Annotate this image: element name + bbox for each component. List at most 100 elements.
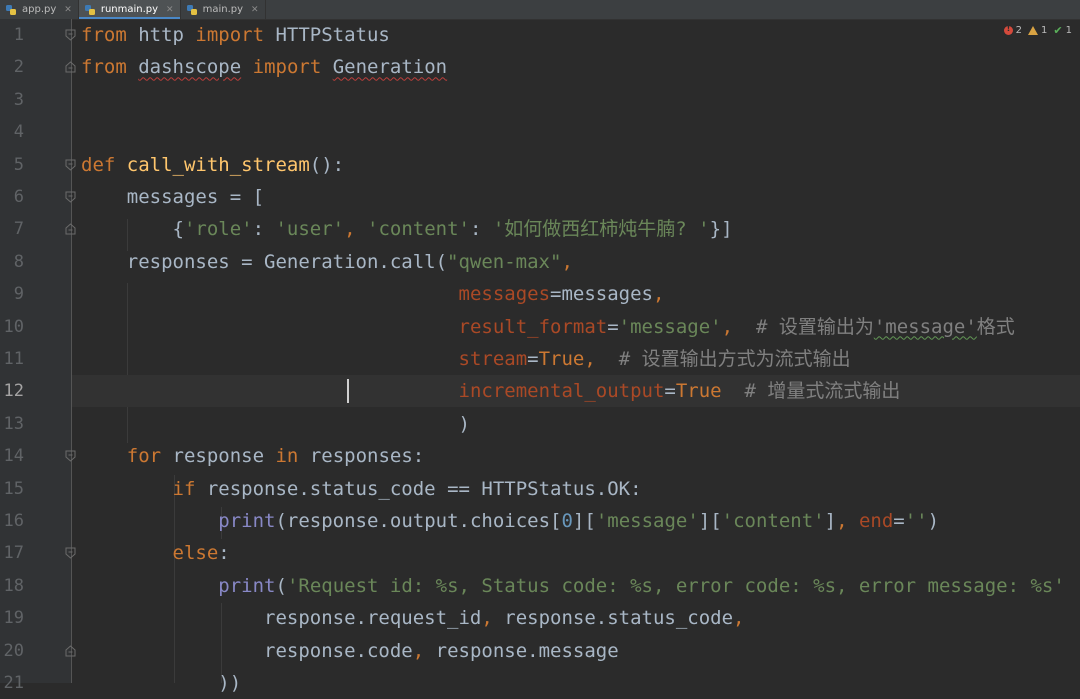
inspection-widget[interactable]: 2 1 ✔1 <box>1003 24 1072 37</box>
code-token: response.code <box>81 639 413 662</box>
line-number: 7 <box>13 219 24 240</box>
code-token: responses: <box>298 445 425 468</box>
code-token: response.message <box>435 639 619 662</box>
fold-open-icon[interactable] <box>65 191 76 203</box>
code-editor[interactable]: 1 from http import HTTPStatus 2 from dashsc… <box>0 19 1080 694</box>
python-file-icon <box>6 4 16 15</box>
code-line[interactable]: 6 messages = [ <box>0 181 1080 213</box>
code-line[interactable]: 18 print('Request id: %s, Status code: %… <box>0 570 1080 602</box>
python-file-icon <box>186 4 197 15</box>
code-line[interactable]: 19 response.request_id, response.status_… <box>0 602 1080 634</box>
code-line[interactable]: 14 for response in responses: <box>0 440 1080 472</box>
fold-open-icon[interactable] <box>65 547 76 560</box>
code-line[interactable]: 21 )) <box>0 667 1080 699</box>
fold-open-icon[interactable] <box>65 159 76 171</box>
code-token: 'content' <box>721 510 825 532</box>
code-line[interactable]: 10 result_format='message', # 设置输出为'mess… <box>0 311 1080 343</box>
error-count[interactable]: 2 <box>1003 24 1023 36</box>
code-text[interactable]: stream=True, # 设置输出方式为流式输出 <box>81 343 851 375</box>
close-icon[interactable]: ✕ <box>64 5 72 15</box>
error-count-label: 2 <box>1015 25 1023 36</box>
line-number: 13 <box>3 413 24 434</box>
code-line[interactable]: 13 ) <box>0 408 1080 440</box>
code-text[interactable]: {'role': 'user', 'content': '如何做西红柿炖牛腩? … <box>81 213 733 245</box>
tab-runmain-py[interactable]: runmain.py ✕ <box>78 0 181 19</box>
fold-close-icon[interactable] <box>65 223 76 235</box>
code-line[interactable]: 5 def call_with_stream(): <box>0 149 1080 181</box>
code-token: : <box>469 218 493 241</box>
code-line[interactable]: 7 {'role': 'user', 'content': '如何做西红柿炖牛腩… <box>0 213 1080 245</box>
warning-count[interactable]: 1 <box>1028 25 1047 36</box>
code-token: # 设置输出为 <box>733 315 874 338</box>
code-token: def <box>81 153 127 176</box>
line-number: 15 <box>3 478 24 499</box>
code-text[interactable]: if response.status_code == HTTPStatus.OK… <box>81 473 642 505</box>
tab-main-py[interactable]: main.py ✕ <box>181 0 266 19</box>
tab-label: app.py <box>22 4 57 15</box>
code-text[interactable]: result_format='message', # 设置输出为'message… <box>81 311 1015 343</box>
code-text[interactable]: messages = [ <box>81 181 264 213</box>
code-token: 格式 <box>976 315 1015 338</box>
text-caret <box>347 379 349 404</box>
code-token: , <box>733 607 745 630</box>
code-text[interactable]: print(response.output.choices[0]['messag… <box>81 505 939 537</box>
code-line[interactable]: 9 messages=messages, <box>0 278 1080 310</box>
tab-app-py[interactable]: app.py ✕ <box>0 0 79 19</box>
code-text[interactable]: responses = Generation.call("qwen-max", <box>81 246 573 278</box>
weak-warning-count[interactable]: ✔ 1 <box>1053 24 1072 37</box>
tab-label: runmain.py <box>100 4 159 15</box>
code-text[interactable]: messages=messages, <box>81 278 665 310</box>
code-text[interactable]: from dashscope import Generation <box>81 51 447 83</box>
code-line[interactable]: 4 <box>0 116 1080 148</box>
code-line[interactable]: 3 <box>0 84 1080 116</box>
line-number: 18 <box>3 575 24 596</box>
close-icon[interactable]: ✕ <box>166 5 174 15</box>
code-text[interactable]: from http import HTTPStatus <box>81 19 390 51</box>
code-text[interactable]: else: <box>81 537 230 569</box>
code-line[interactable]: 11 stream=True, # 设置输出方式为流式输出 <box>0 343 1080 375</box>
code-line[interactable]: 8 responses = Generation.call("qwen-max"… <box>0 246 1080 278</box>
code-line[interactable]: 2 from dashscope import Generation <box>0 51 1080 83</box>
code-text[interactable]: response.request_id, response.status_cod… <box>81 602 745 634</box>
code-text[interactable]: for response in responses: <box>81 440 424 472</box>
line-number: 4 <box>13 122 24 143</box>
code-token: ] <box>824 510 837 532</box>
line-number: 2 <box>13 57 24 78</box>
code-text[interactable]: def call_with_stream(): <box>81 149 344 181</box>
code-token: messages = [ <box>81 186 265 208</box>
code-line[interactable]: 15 if response.status_code == HTTPStatus… <box>0 473 1080 505</box>
code-text[interactable]: incremental_output=True # 增量式流式输出 <box>81 375 901 407</box>
code-token: messages <box>458 283 551 306</box>
fold-close-icon[interactable] <box>65 61 76 73</box>
code-line[interactable]: 1 from http import HTTPStatus <box>0 19 1080 51</box>
fold-close-icon[interactable] <box>65 644 76 657</box>
code-token: ) <box>81 412 470 435</box>
code-token: = <box>607 315 619 338</box>
code-token: (response.output.choices[ <box>275 510 562 532</box>
code-line[interactable]: 16 print(response.output.choices[0]['mes… <box>0 505 1080 537</box>
code-token: )) <box>81 672 242 694</box>
code-text[interactable]: )) <box>81 667 241 699</box>
warning-icon <box>1028 26 1039 35</box>
code-token: from <box>81 56 127 79</box>
code-token: , <box>412 639 436 662</box>
line-number: 17 <box>3 543 24 564</box>
code-line[interactable]: 20 response.code, response.message <box>0 635 1080 667</box>
code-text[interactable]: response.code, response.message <box>81 635 619 667</box>
fold-open-icon[interactable] <box>65 450 76 462</box>
code-token: Generation <box>332 56 448 79</box>
code-text[interactable]: print('Request id: %s, Status code: %s, … <box>81 570 1065 602</box>
code-text[interactable]: ) <box>81 408 470 440</box>
code-token: ) <box>927 510 940 532</box>
code-token: = <box>893 510 905 532</box>
code-line[interactable]: 12 incremental_output=True # 增量式流式输出 <box>0 375 1080 408</box>
code-token: 'user' <box>275 218 345 241</box>
line-number: 11 <box>3 349 24 369</box>
code-token: , <box>652 283 665 306</box>
close-icon[interactable]: ✕ <box>251 5 259 15</box>
code-line[interactable]: 17 else: <box>0 537 1080 569</box>
fold-open-icon[interactable] <box>65 29 76 41</box>
